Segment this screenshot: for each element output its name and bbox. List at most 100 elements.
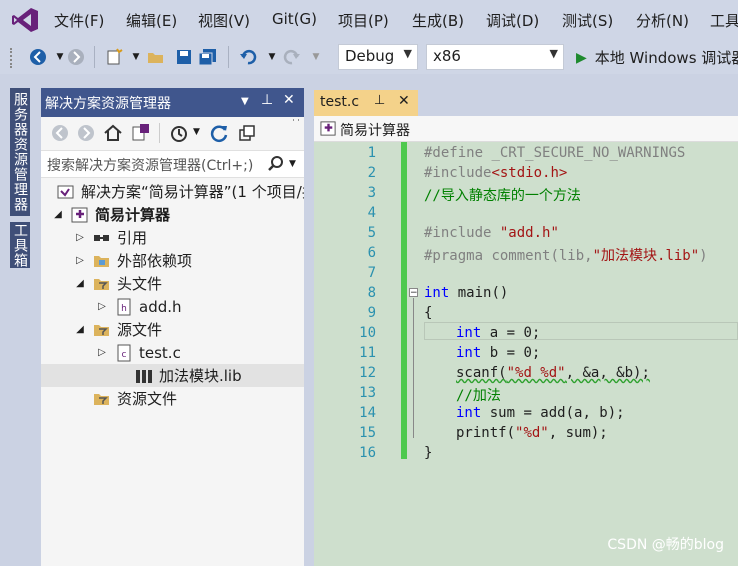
undo-icon[interactable] (238, 47, 258, 67)
tree-item-references[interactable]: ▷ 引用 (41, 226, 304, 249)
function-signature: main() (449, 285, 509, 301)
tree-item-solution[interactable]: 解决方案“简易计算器”(1 个项目/共 1 个) (41, 180, 304, 203)
menu-edit[interactable]: 编辑(E) (126, 10, 177, 31)
code-comment: //导入静态库的一个方法 (424, 188, 581, 204)
configuration-select[interactable]: Debug ▼ (338, 44, 418, 70)
refresh-icon[interactable] (209, 123, 229, 143)
redo-dropdown-icon[interactable]: ▼ (306, 47, 326, 67)
tree-item-add-h[interactable]: ▷ h add.h (41, 295, 304, 318)
forward-icon[interactable] (77, 124, 95, 142)
menu-git[interactable]: Git(G) (272, 10, 317, 28)
home-icon[interactable] (103, 123, 123, 143)
expanded-arrow-icon[interactable]: ◢ (73, 324, 87, 335)
switch-views-icon[interactable] (131, 123, 151, 143)
tree-item-test-c[interactable]: ▷ c test.c (41, 341, 304, 364)
back-icon[interactable] (51, 124, 69, 142)
code-line: } (424, 445, 433, 461)
line-number: 11 (359, 345, 376, 361)
chevron-down-icon[interactable]: ▼ (193, 127, 200, 137)
tree-item-project[interactable]: ◢ 简易计算器 (41, 203, 304, 226)
tree-item-resource-files[interactable]: 资源文件 (41, 387, 304, 410)
overflow-icon[interactable]: ˙˙ (291, 119, 301, 130)
save-all-icon[interactable] (198, 47, 218, 67)
line-number: 13 (359, 385, 376, 401)
menu-file[interactable]: 文件(F) (54, 10, 104, 31)
line-number: 8 (367, 285, 376, 301)
platform-select[interactable]: x86 ▼ (426, 44, 564, 70)
code-line: #include<stdio.h> (424, 165, 567, 181)
pin-icon[interactable]: ⊥ (374, 93, 385, 108)
collapsed-arrow-icon[interactable]: ▷ (95, 301, 109, 312)
solution-search-box[interactable]: 搜索解决方案资源管理器(Ctrl+;) ▼ (41, 150, 304, 178)
line-number: 10 (359, 325, 376, 341)
back-icon[interactable] (28, 47, 48, 67)
arguments: , sum); (548, 425, 608, 441)
search-icon[interactable] (267, 155, 285, 173)
line-number: 9 (367, 305, 376, 321)
tree-item-header-files[interactable]: ◢ 头文件 (41, 272, 304, 295)
filter-folder-icon (93, 275, 111, 293)
new-dropdown-icon[interactable]: ▼ (126, 47, 146, 67)
close-tab-icon[interactable]: ✕ (398, 93, 410, 109)
svg-text:h: h (121, 304, 127, 314)
toolbox-tab[interactable]: 工具箱 (10, 222, 30, 268)
collapsed-arrow-icon[interactable]: ▷ (95, 347, 109, 358)
solution-tree: 解决方案“简易计算器”(1 个项目/共 1 个) ◢ 简易计算器 ▷ 引用 ▷ … (41, 180, 304, 410)
chevron-down-icon[interactable]: ▼ (289, 159, 296, 169)
server-explorer-tab[interactable]: 服务器资源管理器 (10, 88, 30, 216)
menu-debug[interactable]: 调试(D) (486, 10, 539, 31)
external-dependencies-icon (93, 252, 111, 270)
menu-view[interactable]: 视图(V) (198, 10, 250, 31)
open-folder-icon[interactable] (146, 47, 166, 67)
code-line: int b = 0; (456, 345, 540, 361)
collapsed-arrow-icon[interactable]: ▷ (73, 255, 87, 266)
menu-tools[interactable]: 工具 (710, 10, 738, 31)
navigation-bar[interactable]: 简易计算器 (314, 116, 738, 142)
start-debugging-button[interactable]: ▶ 本地 Windows 调试器 (576, 47, 738, 68)
close-icon[interactable]: ✕ (283, 92, 295, 108)
run-label: 本地 Windows 调试器 (594, 49, 738, 67)
line-number: 12 (359, 365, 376, 381)
new-project-icon[interactable] (104, 47, 124, 67)
expanded-arrow-icon[interactable]: ◢ (51, 209, 65, 220)
pragma-args: comment(lib, (483, 248, 593, 264)
menu-test[interactable]: 测试(S) (562, 10, 613, 31)
redo-icon[interactable] (282, 47, 302, 67)
code-line: printf("%d", sum); (456, 425, 608, 441)
keyword: int (424, 285, 450, 301)
menu-analyze[interactable]: 分析(N) (636, 10, 689, 31)
undo-dropdown-icon[interactable]: ▼ (262, 47, 282, 67)
keyword: int (456, 325, 482, 341)
pin-icon[interactable]: ⊥ (261, 92, 273, 108)
collapse-outline-icon[interactable]: − (409, 288, 418, 298)
save-icon[interactable] (174, 47, 194, 67)
menu-build[interactable]: 生成(B) (412, 10, 464, 31)
visual-studio-logo-icon (12, 8, 38, 32)
tree-item-label: 头文件 (117, 275, 163, 293)
collapsed-arrow-icon[interactable]: ▷ (73, 232, 87, 243)
tree-item-lib[interactable]: 加法模块.lib (41, 364, 304, 387)
window-menu-icon[interactable]: ▼ (241, 96, 249, 107)
macro-name: _CRT_SECURE_NO_WARNINGS (483, 145, 686, 161)
keyword: int (456, 405, 482, 421)
side-tool-strip: 服务器资源管理器 工具箱 (0, 82, 38, 566)
tab-test-c[interactable]: test.c ⊥ ✕ (314, 90, 418, 116)
menu-bar: 文件(F) 编辑(E) 视图(V) Git(G) 项目(P) 生成(B) 调试(… (0, 0, 738, 40)
chevron-down-icon: ▼ (403, 47, 412, 60)
forward-icon[interactable] (66, 47, 86, 67)
string-literal: "加法模块.lib" (592, 248, 700, 264)
line-number: 2 (367, 165, 376, 181)
toolbar-separator (94, 46, 95, 68)
project-icon (71, 206, 89, 224)
tree-item-source-files[interactable]: ◢ 源文件 (41, 318, 304, 341)
menu-project[interactable]: 项目(P) (338, 10, 389, 31)
chevron-down-icon: ▼ (549, 47, 558, 60)
preprocessor-token: #include (424, 225, 492, 241)
configuration-value: Debug (345, 47, 395, 65)
expanded-arrow-icon[interactable]: ◢ (73, 278, 87, 289)
tree-item-external-deps[interactable]: ▷ 外部依赖项 (41, 249, 304, 272)
collapse-all-icon[interactable] (237, 123, 257, 143)
line-number-gutter: 1 2 3 4 5 6 7 8 9 10 11 12 13 14 15 16 (314, 142, 378, 566)
code-editor[interactable]: 简易计算器 1 2 3 4 5 6 7 8 9 10 11 12 13 14 1… (314, 116, 738, 566)
pending-changes-icon[interactable] (169, 123, 189, 143)
